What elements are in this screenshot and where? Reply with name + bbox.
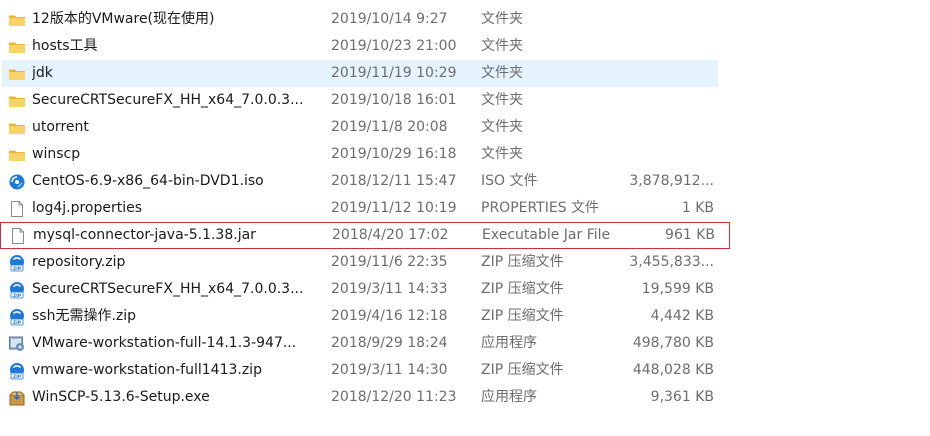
file-size: 448,028 KB — [632, 362, 714, 378]
file-row[interactable]: ZIP vmware-workstation-full1413.zip 2019… — [2, 357, 718, 384]
file-name: mysql-connector-java-5.1.38.jar — [33, 227, 256, 243]
file-name: utorrent — [32, 119, 89, 135]
folder-icon — [8, 146, 26, 164]
file-date-modified: 2019/11/19 10:29 — [331, 65, 457, 81]
file-size: 9,361 KB — [650, 389, 714, 405]
file-row[interactable]: log4j.properties 2019/11/12 10:19 PROPER… — [2, 195, 718, 222]
file-name: 12版本的VMware(现在使用) — [32, 11, 215, 27]
file-row[interactable]: hosts工具 2019/10/23 21:00 文件夹 — [2, 33, 718, 60]
file-row[interactable]: ZIP repository.zip 2019/11/6 22:35 ZIP 压… — [2, 249, 718, 276]
folder-icon — [8, 119, 26, 137]
file-size: 4,442 KB — [650, 308, 714, 324]
file-name: log4j.properties — [32, 200, 143, 216]
file-row[interactable]: ZIP ssh无需操作.zip 2019/4/16 12:18 ZIP 压缩文件… — [2, 303, 718, 330]
installer-icon — [8, 335, 26, 353]
file-date-modified: 2019/10/14 9:27 — [331, 11, 448, 27]
file-size — [602, 141, 714, 168]
file-date-modified: 2019/10/29 16:18 — [331, 146, 457, 162]
file-size — [602, 6, 714, 33]
file-date-modified: 2019/4/16 12:18 — [331, 308, 448, 324]
file-size — [602, 60, 714, 87]
file-row[interactable]: winscp 2019/10/29 16:18 文件夹 — [2, 141, 718, 168]
file-size: 1 KB — [681, 200, 714, 216]
folder-icon — [8, 65, 26, 83]
file-row[interactable]: ZIP SecureCRTSecureFX_HH_x64_7.0.0.3... … — [2, 276, 718, 303]
file-row[interactable]: SecureCRTSecureFX_HH_x64_7.0.0.3... 2019… — [2, 87, 718, 114]
file-row[interactable]: CentOS-6.9-x86_64-bin-DVD1.iso 2018/12/1… — [2, 168, 718, 195]
file-size: 961 KB — [665, 227, 715, 243]
zip-icon: ZIP — [8, 254, 26, 272]
file-date-modified: 2019/11/6 22:35 — [331, 254, 448, 270]
file-date-modified: 2019/10/23 21:00 — [331, 38, 457, 54]
file-date-modified: 2018/12/11 15:47 — [331, 173, 457, 189]
file-name: SecureCRTSecureFX_HH_x64_7.0.0.3... — [32, 281, 304, 297]
svg-text:ZIP: ZIP — [13, 320, 22, 326]
file-size — [602, 87, 714, 114]
file-name: repository.zip — [32, 254, 126, 270]
file-date-modified: 2019/3/11 14:33 — [331, 281, 448, 297]
svg-text:ZIP: ZIP — [13, 293, 22, 299]
document-icon — [9, 227, 27, 245]
file-date-modified: 2018/9/29 18:24 — [331, 335, 448, 351]
file-name: jdk — [32, 65, 53, 81]
setup-installer-icon — [8, 389, 26, 407]
file-date-modified: 2018/4/20 17:02 — [332, 227, 449, 243]
zip-icon: ZIP — [8, 362, 26, 380]
file-name: CentOS-6.9-x86_64-bin-DVD1.iso — [32, 173, 264, 189]
document-icon — [8, 200, 26, 218]
zip-icon: ZIP — [8, 281, 26, 299]
file-name: vmware-workstation-full1413.zip — [32, 362, 262, 378]
file-date-modified: 2018/12/20 11:23 — [331, 389, 457, 405]
file-date-modified: 2019/11/8 20:08 — [331, 119, 448, 135]
file-size: 3,455,833... — [629, 254, 714, 270]
file-row[interactable]: mysql-connector-java-5.1.38.jar 2018/4/2… — [0, 222, 730, 249]
iso-disc-icon — [8, 173, 26, 191]
zip-icon: ZIP — [8, 308, 26, 326]
file-date-modified: 2019/11/12 10:19 — [331, 200, 457, 216]
file-name: WinSCP-5.13.6-Setup.exe — [32, 389, 210, 405]
file-name: VMware-workstation-full-14.1.3-947... — [32, 335, 297, 351]
file-name: hosts工具 — [32, 38, 98, 54]
svg-text:ZIP: ZIP — [13, 374, 22, 380]
file-row[interactable]: WinSCP-5.13.6-Setup.exe 2018/12/20 11:23… — [2, 384, 718, 411]
folder-icon — [8, 38, 26, 56]
file-date-modified: 2019/3/11 14:30 — [331, 362, 448, 378]
file-size: 498,780 KB — [632, 335, 714, 351]
file-row[interactable]: utorrent 2019/11/8 20:08 文件夹 — [2, 114, 718, 141]
svg-text:ZIP: ZIP — [13, 266, 22, 272]
file-name: winscp — [32, 146, 81, 162]
file-name: ssh无需操作.zip — [32, 308, 137, 324]
file-size — [602, 114, 714, 141]
file-row[interactable]: 12版本的VMware(现在使用) 2019/10/14 9:27 文件夹 — [2, 6, 718, 33]
file-date-modified: 2019/10/18 16:01 — [331, 92, 457, 108]
folder-icon — [8, 92, 26, 110]
file-row[interactable]: VMware-workstation-full-14.1.3-947... 20… — [2, 330, 718, 357]
file-row[interactable]: jdk 2019/11/19 10:29 文件夹 — [2, 60, 718, 87]
file-size — [602, 33, 714, 60]
folder-icon — [8, 11, 26, 29]
file-name: SecureCRTSecureFX_HH_x64_7.0.0.3... — [32, 92, 304, 108]
file-size: 3,878,912... — [629, 173, 714, 189]
file-size: 19,599 KB — [641, 281, 714, 297]
